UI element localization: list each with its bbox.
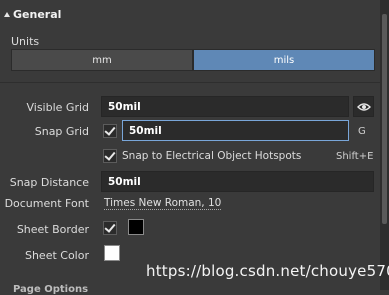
units-mils-button[interactable]: mils [193,49,375,71]
snap-grid-input[interactable]: 50mil [122,120,349,141]
snap-grid-label: Snap Grid [34,125,89,138]
section-title: General [13,8,62,21]
visible-grid-toggle-button[interactable] [353,96,374,117]
snap-hotspots-shortcut: Shift+E [336,151,374,162]
snap-distance-label: Snap Distance [9,176,89,189]
sheet-border-color-swatch[interactable] [128,219,144,235]
document-font-link[interactable]: Times New Roman, 10 [104,197,222,210]
visible-grid-input[interactable]: 50mil [101,96,349,117]
document-font-label: Document Font [4,197,89,210]
snap-distance-input[interactable]: 50mil [101,171,374,192]
watermark-text: https://blog.csdn.net/chouye5700 [146,262,389,280]
snap-grid-shortcut: G [358,126,366,137]
snap-hotspots-checkbox[interactable] [103,149,117,163]
sheet-color-label: Sheet Color [24,249,89,262]
visible-grid-label: Visible Grid [26,101,89,114]
collapse-arrow-icon[interactable] [4,12,10,17]
properties-panel: General Units mm mils Visible Grid 50mil… [0,0,380,295]
units-label: Units [11,35,40,48]
sheet-border-label: Sheet Border [16,223,89,236]
sheet-border-checkbox[interactable] [103,221,117,235]
eye-icon [357,103,371,111]
snap-hotspots-label: Snap to Electrical Object Hotspots [122,150,302,162]
divider [0,82,380,83]
sheet-color-swatch[interactable] [104,245,120,261]
scrollbar-thumb[interactable] [382,14,387,224]
general-section-header[interactable]: General [0,5,380,25]
units-mm-button[interactable]: mm [11,49,193,71]
snap-grid-checkbox[interactable] [103,124,117,138]
